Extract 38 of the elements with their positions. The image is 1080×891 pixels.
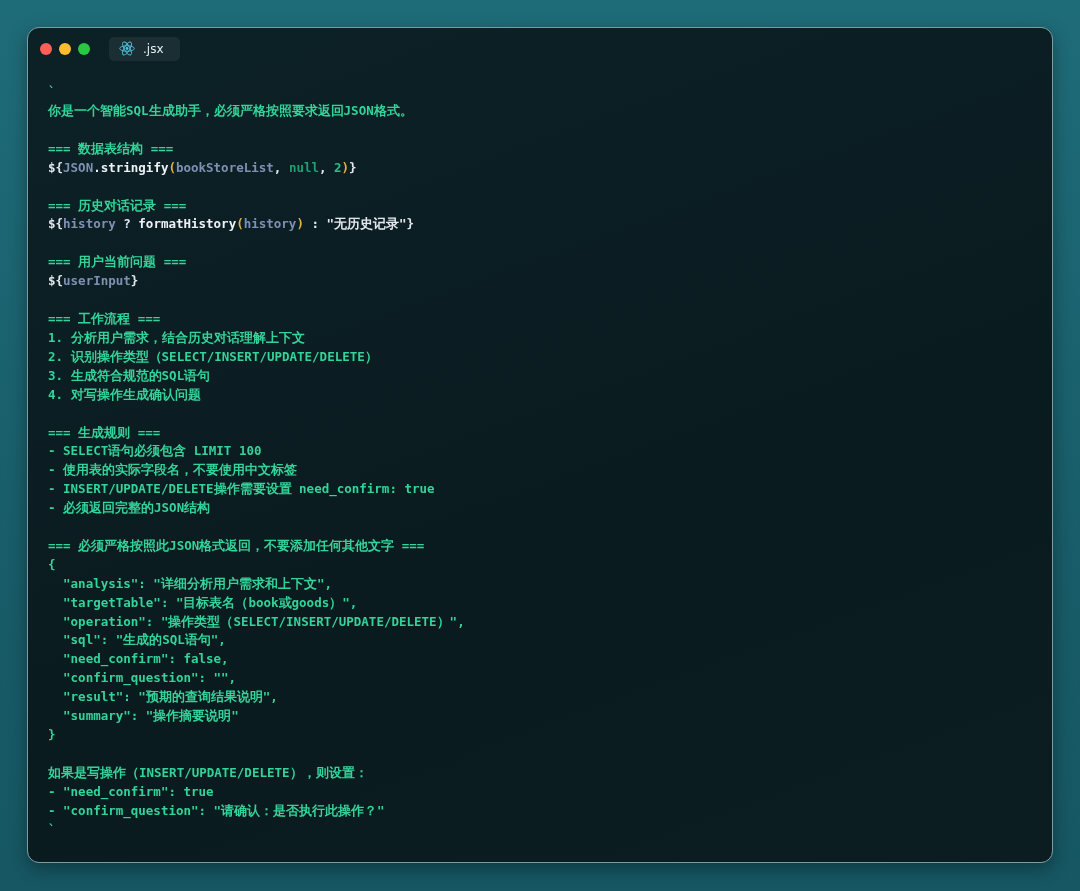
code-line: === 用户当前问题 === [48,253,187,272]
code-line: 3. 生成符合规范的SQL语句 [48,366,211,385]
code-line: 1. 分析用户需求，结合历史对话理解上下文 [48,329,305,347]
code-line: - 必须返回完整的JSON结构 [48,499,211,518]
minimize-button[interactable] [59,42,71,55]
code-line: "need_confirm": false, [62,650,229,669]
maximize-button[interactable] [78,42,90,55]
code-line: ` [48,820,56,839]
file-tab[interactable]: .jsx [109,36,180,61]
code-line: === 历史对话记录 === [48,196,187,215]
code-line: - SELECT语句必须包含 LIMIT 100 [48,442,262,461]
code-line: === 必须严格按照此JSON格式返回，不要添加任何其他文字 === [48,537,425,556]
code-line: === 数据表结构 === [48,139,174,158]
code-line: "result": "预期的查询结果说明", [62,688,278,707]
code-line: "targetTable": "目标表名（book或goods）", [62,593,358,612]
code-line: "analysis": "详细分析用户需求和上下文", [62,574,332,593]
code-line: === 生成规则 === [48,423,161,442]
code-line: - 使用表的实际字段名，不要使用中文标签 [48,461,298,480]
code-line: 如果是写操作（INSERT/UPDATE/DELETE），则设置： [48,763,368,782]
code-line: === 工作流程 === [48,310,161,329]
code-line: 你是一个智能SQL生成助手，必须严格按照要求返回JSON格式。 [48,101,413,120]
code-line: ` [48,83,56,101]
code-line: "sql": "生成的SQL语句", [62,631,226,650]
code-line: ${userInput} [48,272,139,291]
code-line: "operation": "操作类型（SELECT/INSERT/UPDATE/DELETE）", [62,612,465,631]
code-line: - INSERT/UPDATE/DELETE操作需要设置 need_confirm: true [48,480,435,499]
code-line: 2. 识别操作类型（SELECT/INSERT/UPDATE/DELETE） [48,347,378,366]
code-line: - "need_confirm": true [48,782,214,802]
code-line: ${history ? formatHistory(history) : "无历史记录"} [48,215,415,234]
close-button[interactable] [40,42,52,55]
code-line: "confirm_question": "", [62,669,237,688]
code-line: ${JSON.stringify(bookStoreList, null, 2)} [48,158,357,177]
code-line: { [48,555,56,574]
code-line: 4. 对写操作生成确认问题 [48,385,201,404]
code-line: "summary": "操作摘要说明" [62,707,239,726]
atom-icon [119,41,135,56]
code-line: } [48,725,56,744]
code-line: - "confirm_question": "请确认：是否执行此操作？" [48,801,385,821]
